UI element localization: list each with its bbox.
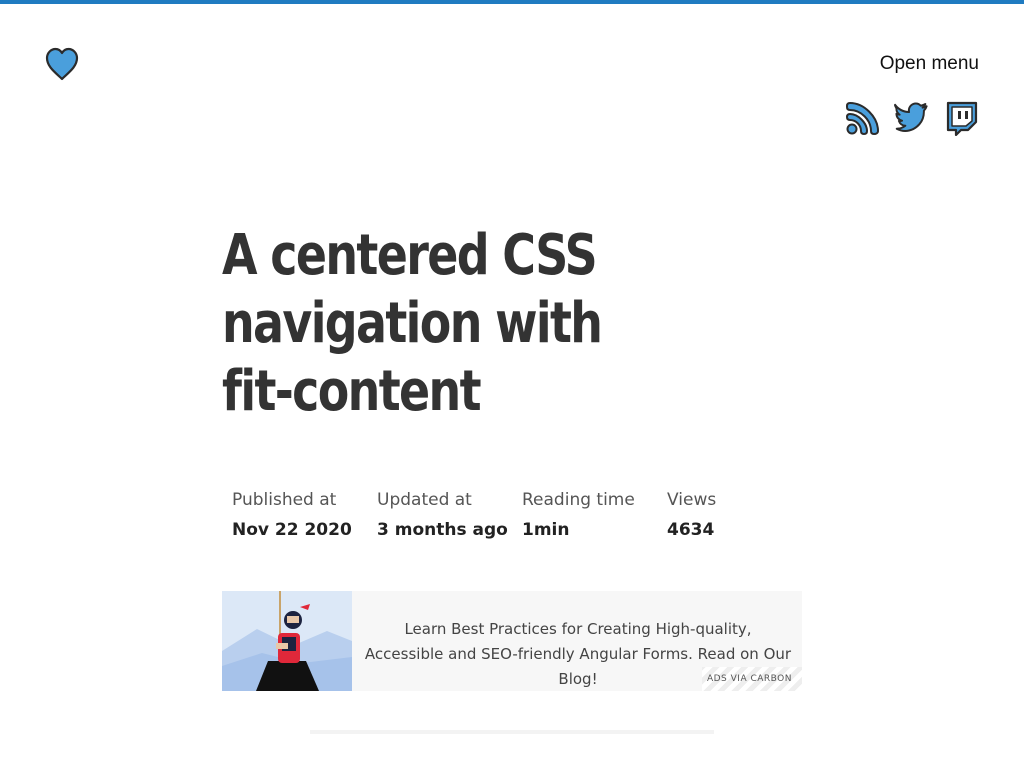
heart-icon <box>45 47 79 81</box>
meta-value: 3 months ago <box>377 520 508 540</box>
meta-views: Views 4634 <box>667 488 812 542</box>
top-accent-bar <box>0 0 1024 4</box>
carbon-ad[interactable]: Learn Best Practices for Creating High-q… <box>222 591 802 691</box>
meta-label: Published at <box>232 490 337 510</box>
twitch-link[interactable] <box>943 100 979 136</box>
ad-image[interactable] <box>222 591 352 691</box>
section-divider <box>310 730 714 734</box>
social-links <box>845 100 979 136</box>
meta-updated: Updated at 3 months ago <box>377 488 522 542</box>
home-logo-link[interactable] <box>44 46 80 82</box>
ads-via-carbon-label[interactable]: ADS VIA CARBON <box>702 667 802 691</box>
article-meta: Published at Nov 22 2020 Updated at 3 mo… <box>232 488 812 542</box>
meta-value: 4634 <box>667 520 715 540</box>
twitter-icon <box>894 102 928 132</box>
meta-label: Reading time <box>522 490 635 510</box>
meta-label: Views <box>667 490 717 510</box>
meta-published: Published at Nov 22 2020 <box>232 488 377 542</box>
meta-reading-time: Reading time 1min <box>522 488 667 542</box>
meta-value: Nov 22 2020 <box>232 520 352 540</box>
rss-link[interactable] <box>845 100 881 136</box>
meta-label: Updated at <box>377 490 472 510</box>
twitter-link[interactable] <box>894 100 930 136</box>
twitch-icon <box>946 101 978 136</box>
meta-value: 1min <box>522 520 570 540</box>
rss-icon <box>846 102 879 135</box>
article-title: A centered CSS navigation with fit-conte… <box>222 223 603 424</box>
open-menu-button[interactable]: Open menu <box>880 53 979 75</box>
